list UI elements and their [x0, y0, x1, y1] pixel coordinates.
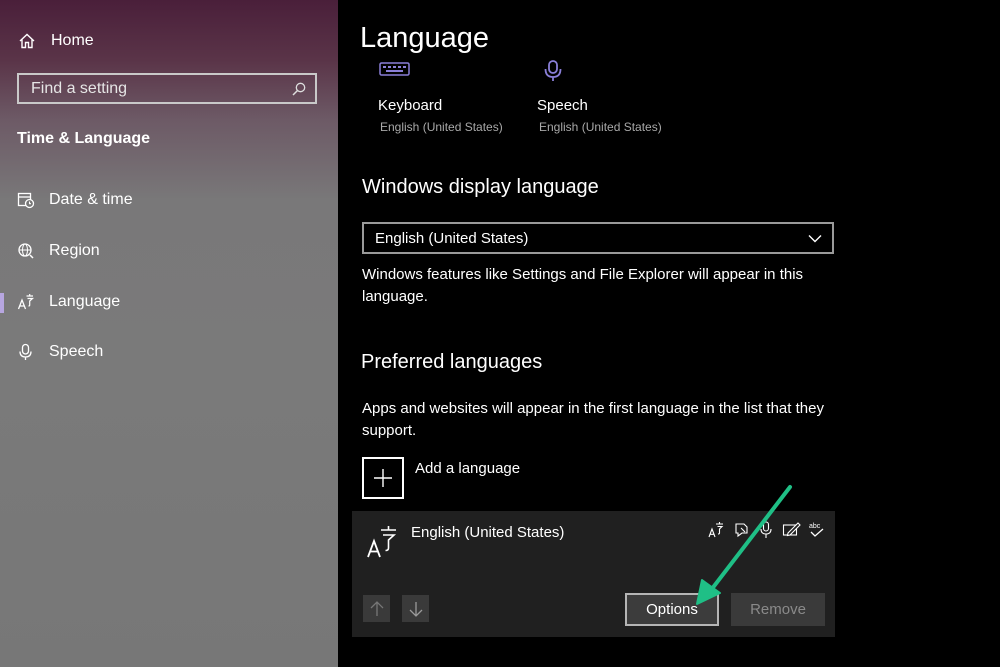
- language-icon: [17, 294, 35, 310]
- arrow-down-icon: [409, 601, 422, 617]
- preferred-languages-description: Apps and websites will appear in the fir…: [362, 400, 824, 439]
- sidebar-item-label: Speech: [49, 343, 104, 360]
- calendar-clock-icon: [17, 192, 35, 209]
- spellcheck-icon: abc: [809, 523, 824, 537]
- add-box: [362, 457, 404, 499]
- globe-icon: [18, 243, 34, 259]
- search-icon[interactable]: [291, 81, 307, 97]
- search-input[interactable]: [29, 78, 283, 99]
- sidebar-item-region[interactable]: Region: [0, 234, 338, 268]
- svg-text:abc: abc: [809, 523, 821, 530]
- sidebar-item-label: Date & time: [49, 191, 133, 208]
- keyboard-tile-title: Keyboard: [378, 97, 443, 114]
- display-language-heading: Windows display language: [362, 176, 599, 198]
- language-icon: [367, 526, 397, 558]
- microphone-icon: [544, 60, 562, 81]
- home-label: Home: [51, 32, 94, 49]
- keyboard-tile-subtitle: English (United States): [380, 120, 503, 134]
- display-language-icon: [708, 522, 724, 538]
- main-content: Language Keyboard English (United States…: [338, 0, 1000, 667]
- language-name: English (United States): [411, 524, 565, 541]
- sidebar-item-label: Region: [49, 242, 100, 259]
- sidebar-item-date-time[interactable]: Date & time: [0, 183, 338, 217]
- page-title: Language: [360, 22, 490, 54]
- microphone-icon: [19, 343, 32, 360]
- language-list-item[interactable]: English (United States) abc Options Remo…: [352, 511, 835, 637]
- sidebar-item-speech[interactable]: Speech: [0, 335, 338, 369]
- add-language-label: Add a language: [415, 460, 521, 477]
- options-button[interactable]: Options: [625, 593, 719, 626]
- section-title: Time & Language: [17, 130, 151, 147]
- speech-tile-subtitle: English (United States): [539, 120, 662, 134]
- speech-tile-title: Speech: [537, 97, 588, 114]
- move-down-button[interactable]: [402, 595, 429, 622]
- sidebar-item-label: Language: [49, 293, 121, 310]
- sidebar-item-language[interactable]: Language: [0, 285, 338, 319]
- home-icon: [19, 33, 35, 49]
- speech-tile[interactable]: Speech English (United States): [537, 55, 687, 140]
- home-nav-item[interactable]: Home: [18, 30, 94, 52]
- preferred-languages-heading: Preferred languages: [361, 351, 543, 373]
- display-language-description: Windows features like Settings and File …: [362, 266, 804, 305]
- arrow-up-icon: [370, 600, 383, 616]
- search-box[interactable]: [17, 73, 317, 104]
- chevron-down-icon: [808, 235, 822, 243]
- text-to-speech-icon: [735, 523, 748, 538]
- selection-indicator: [0, 293, 4, 313]
- handwriting-icon: [782, 522, 801, 537]
- sidebar: Home Time & Language Date & time Region: [0, 0, 338, 667]
- dropdown-value: English (United States): [375, 229, 529, 247]
- keyboard-tile[interactable]: Keyboard English (United States): [378, 55, 528, 140]
- display-language-dropdown[interactable]: English (United States): [362, 222, 834, 254]
- remove-button[interactable]: Remove: [731, 593, 825, 626]
- plus-icon: [374, 469, 392, 487]
- add-language-button[interactable]: Add a language: [362, 457, 520, 499]
- move-up-button[interactable]: [363, 595, 390, 622]
- speech-recognition-icon: [760, 521, 772, 538]
- keyboard-icon: [379, 62, 410, 76]
